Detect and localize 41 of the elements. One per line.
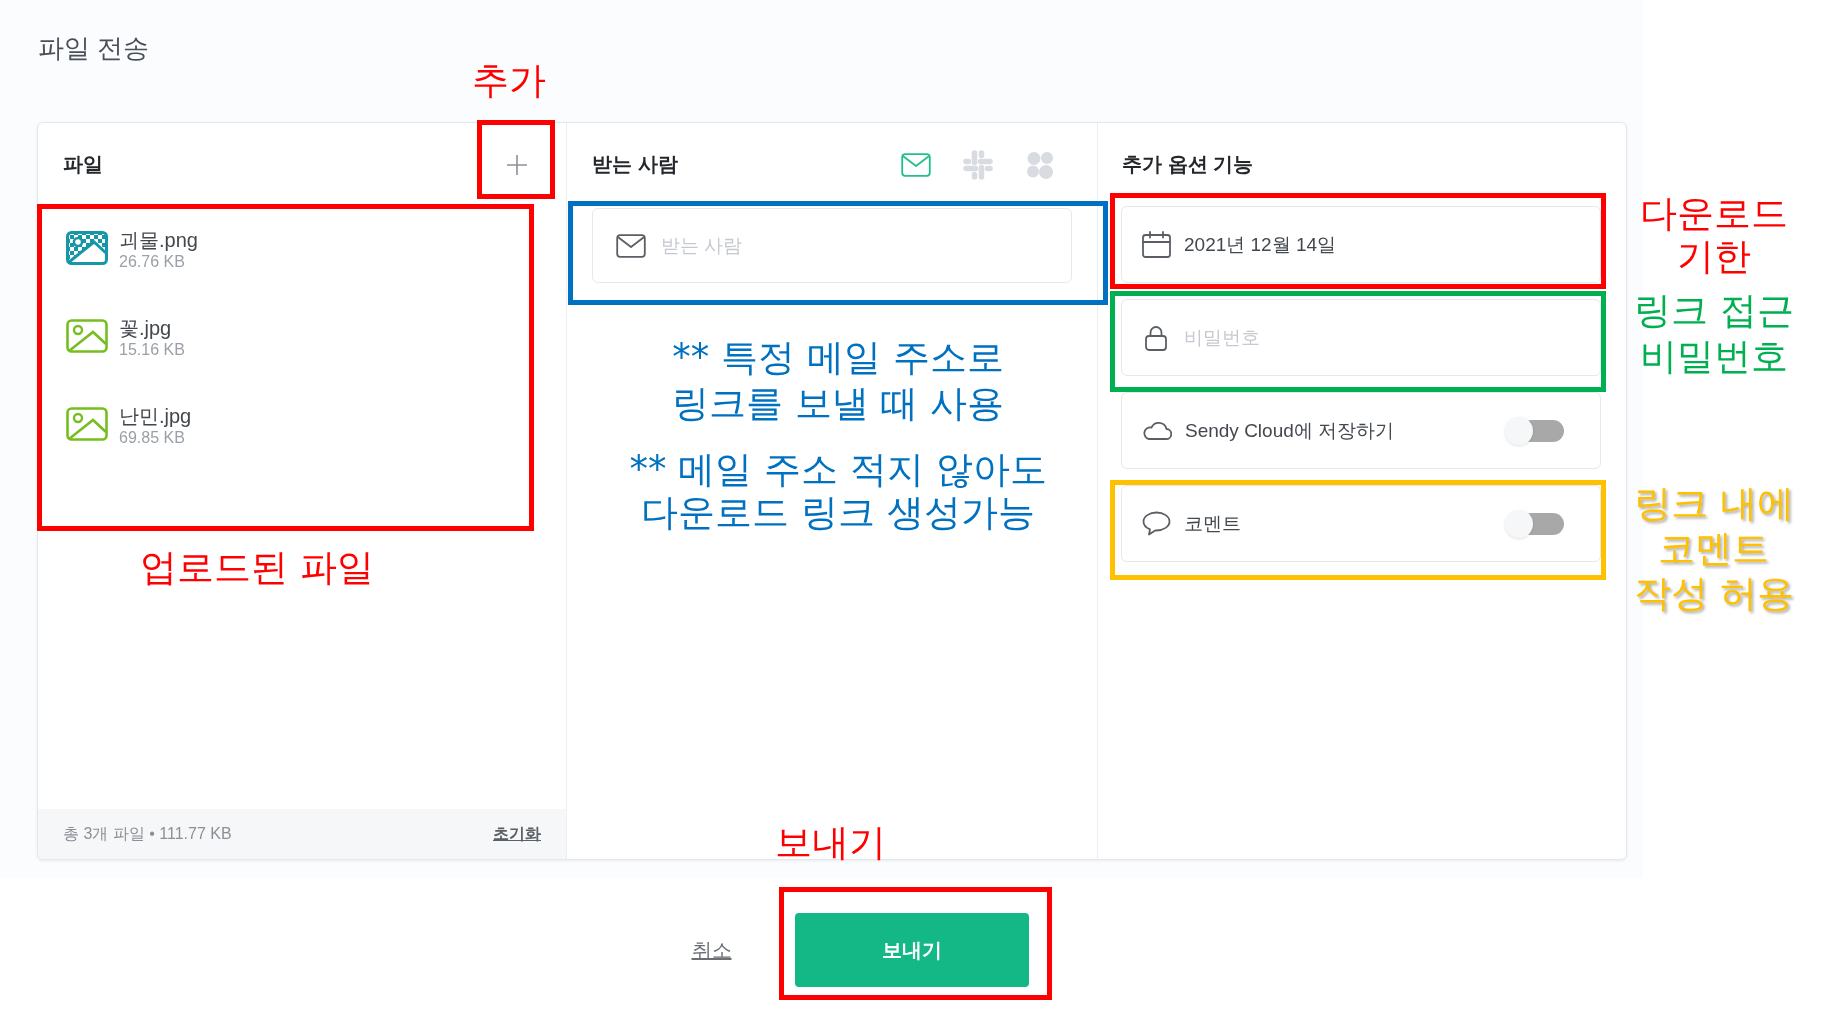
annotation-label: 다운로드 기한 [1640, 192, 1788, 278]
lock-icon [1145, 324, 1167, 351]
annotation-note: ** 메일 주소 적지 않아도 다운로드 링크 생성가능 [629, 448, 1047, 534]
annotation-label: 링크 내에 코멘트 작성 허용 [1634, 481, 1794, 616]
plus-icon [506, 153, 528, 176]
file-name: 괴물.png [119, 228, 198, 252]
toggle-switch[interactable] [1505, 416, 1564, 445]
option-label: Sendy Cloud에 저장하기 [1185, 418, 1396, 443]
file-summary: 총 3개 파일 • 111.77 KB [63, 823, 232, 844]
date-field[interactable]: 2021년 12월 14일 [1121, 206, 1601, 283]
file-size: 26.76 KB [119, 252, 186, 272]
add-button[interactable] [506, 153, 528, 176]
annotation-note: ** 특정 메일 주소로 링크를 보낼 때 사용 [672, 335, 1004, 427]
calendar-icon [1142, 231, 1171, 258]
annotation-label: 링크 접근 비밀번호 [1634, 288, 1794, 380]
file-size: 15.16 KB [119, 340, 185, 360]
cancel-link[interactable]: 취소 [691, 913, 732, 987]
annotation-label: 보내기 [774, 821, 886, 865]
hash-icon[interactable] [962, 148, 994, 181]
toggle-switch[interactable] [1505, 509, 1564, 538]
panel-heading: 파일 [63, 152, 103, 177]
mail-icon[interactable] [901, 152, 931, 177]
cloud-icon [1142, 421, 1172, 440]
reset-link[interactable]: 초기화 [493, 823, 541, 845]
file-name: 난민.jpg [119, 404, 192, 428]
image-icon [66, 319, 108, 353]
panel-heading: 추가 옵션 기능 [1122, 152, 1254, 177]
recipient-field[interactable]: 받는 사람 [592, 208, 1072, 283]
panel-heading: 받는 사람 [592, 152, 678, 177]
password-field[interactable]: 비밀번호 [1121, 299, 1601, 376]
checkered-image-icon [66, 231, 108, 265]
speech-bubble-icon [1142, 511, 1171, 536]
file-name: 꽃.jpg [119, 316, 173, 340]
image-icon [66, 407, 108, 441]
option-label: 코멘트 [1184, 511, 1242, 536]
annotation-label: 업로드된 파일 [140, 546, 374, 590]
mail-icon [616, 233, 646, 258]
file-size: 69.85 KB [119, 428, 186, 448]
annotation-label: 추가 [472, 59, 546, 103]
dialog-title: 파일 전송 [38, 32, 150, 65]
clover-icon[interactable] [1025, 149, 1055, 180]
